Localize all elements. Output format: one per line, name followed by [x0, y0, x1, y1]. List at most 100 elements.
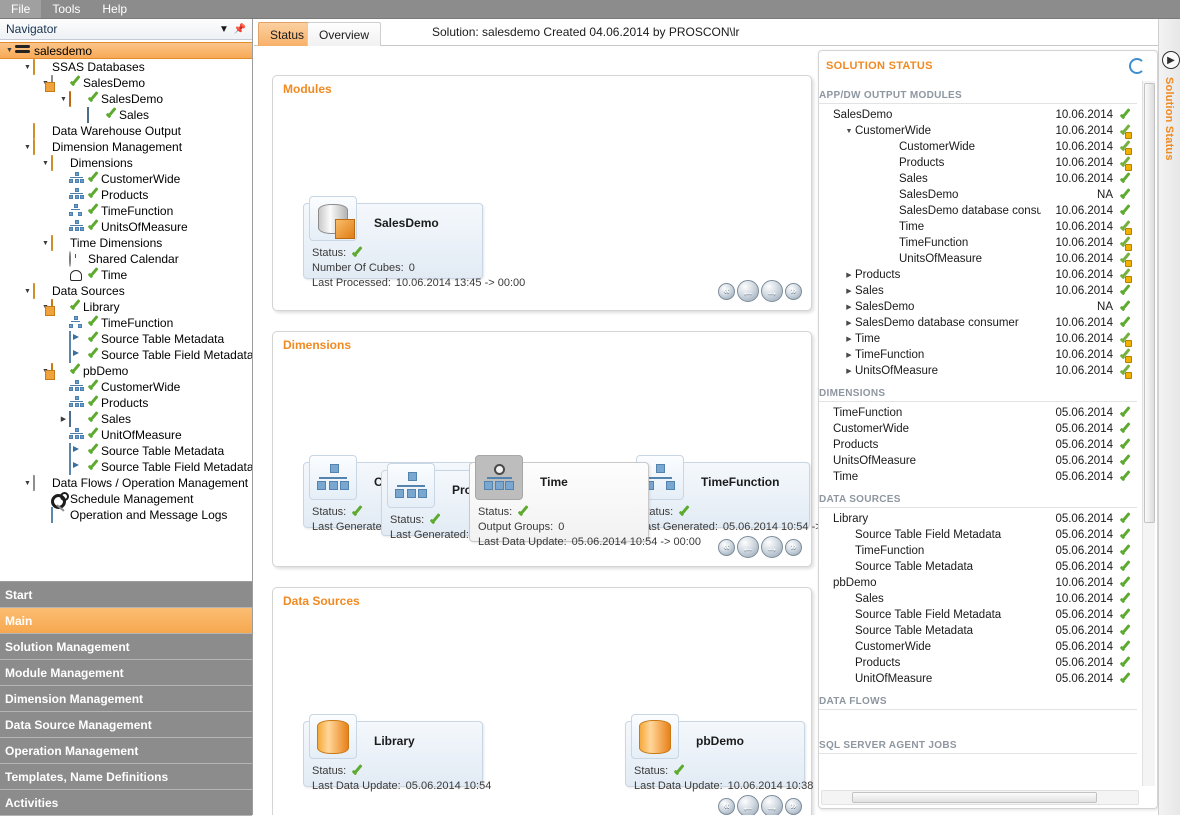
tree-node-source-table-metadata[interactable]: Source Table Metadata — [0, 330, 252, 347]
status-vertical-scrollbar[interactable] — [1142, 81, 1155, 786]
menu-item-tools[interactable]: Tools — [41, 0, 91, 18]
prev-page-button[interactable]: ← — [737, 280, 759, 302]
module-card-salesdemo[interactable]: SalesDemo Status: Number Of Cubes: 0 Las… — [303, 196, 525, 289]
status-row[interactable]: ▶ UnitsOfMeasure 10.06.2014 — [819, 363, 1137, 379]
last-page-button[interactable]: » — [785, 538, 802, 556]
chevron-right-icon[interactable]: ▶ — [843, 271, 855, 279]
status-row[interactable]: Products 05.06.2014 — [819, 655, 1137, 671]
chevron-down-icon[interactable]: ▼ — [22, 478, 33, 489]
status-row[interactable]: SalesDemo NA — [819, 187, 1137, 203]
status-row[interactable]: Time 05.06.2014 — [819, 469, 1137, 485]
status-row[interactable]: Time 10.06.2014 — [819, 219, 1137, 235]
status-row[interactable]: Source Table Field Metadata 05.06.2014 — [819, 527, 1137, 543]
tree-node-dimension-management[interactable]: ▼ Dimension Management — [0, 138, 252, 155]
prev-page-button[interactable]: ← — [737, 795, 759, 815]
first-page-button[interactable]: « — [718, 282, 735, 300]
next-page-button[interactable]: → — [761, 795, 783, 815]
chevron-right-icon[interactable]: ▶ — [843, 351, 855, 359]
status-row[interactable]: UnitsOfMeasure 05.06.2014 — [819, 453, 1137, 469]
leftnav-main[interactable]: Main — [0, 608, 252, 634]
datasource-card-pbdemo[interactable]: pbDemo Status: Last Data Update: 10.06.2… — [625, 714, 813, 792]
status-row[interactable]: ▶ TimeFunction 10.06.2014 — [819, 347, 1137, 363]
tree-node-timefunction[interactable]: TimeFunction — [0, 315, 252, 331]
chevron-down-icon[interactable]: ▼ — [216, 21, 232, 37]
status-row[interactable]: Sales 10.06.2014 — [819, 171, 1137, 187]
tree-node-salesdemo[interactable]: ▼SalesDemo — [0, 74, 252, 91]
status-row[interactable]: ▶ SalesDemo NA — [819, 299, 1137, 315]
tree-node-pbdemo[interactable]: ▼pbDemo — [0, 362, 252, 379]
tab-overview[interactable]: Overview — [307, 22, 382, 46]
refresh-icon[interactable] — [1129, 58, 1145, 74]
status-row[interactable]: CustomerWide 05.06.2014 — [819, 421, 1137, 437]
tree-node-schedule-management[interactable]: Schedule Management — [0, 491, 252, 507]
leftnav-templates-name-definitions[interactable]: Templates, Name Definitions — [0, 764, 252, 790]
status-row[interactable]: CustomerWide 05.06.2014 — [819, 639, 1137, 655]
status-row[interactable]: Products 10.06.2014 — [819, 155, 1137, 171]
leftnav-dimension-management[interactable]: Dimension Management — [0, 686, 252, 712]
status-horizontal-scrollbar[interactable] — [821, 790, 1139, 805]
chevron-down-icon[interactable]: ▼ — [843, 128, 855, 135]
chevron-down-icon[interactable]: ▼ — [58, 94, 69, 105]
tree-node-data-warehouse-output[interactable]: Data Warehouse Output — [0, 122, 252, 139]
menu-item-help[interactable]: Help — [91, 0, 138, 18]
status-row[interactable]: SalesDemo 10.06.2014 — [819, 107, 1137, 123]
tree-node-customerwide[interactable]: CustomerWide — [0, 379, 252, 395]
tree-node-source-table-field-metadata[interactable]: Source Table Field Metadata — [0, 458, 252, 475]
last-page-button[interactable]: » — [785, 797, 802, 815]
status-row[interactable]: Sales 10.06.2014 — [819, 591, 1137, 607]
next-page-button[interactable]: → — [761, 536, 783, 558]
status-row[interactable]: Source Table Metadata 05.06.2014 — [819, 559, 1137, 575]
status-row[interactable]: TimeFunction 05.06.2014 — [819, 405, 1137, 421]
tree-node-operation-and-message-logs[interactable]: Operation and Message Logs — [0, 506, 252, 523]
chevron-down-icon[interactable]: ▼ — [22, 286, 33, 297]
status-row[interactable]: CustomerWide 10.06.2014 — [819, 139, 1137, 155]
leftnav-module-management[interactable]: Module Management — [0, 660, 252, 686]
chevron-down-icon[interactable]: ▼ — [22, 142, 33, 153]
tree-node-unitsofmeasure[interactable]: UnitsOfMeasure — [0, 219, 252, 235]
scrollbar-thumb[interactable] — [852, 792, 1097, 803]
chevron-right-icon[interactable]: ▶ — [843, 335, 855, 343]
status-row[interactable]: SalesDemo database consumer 10.06.2014 — [819, 203, 1137, 219]
pin-icon[interactable]: 📌 — [232, 21, 248, 37]
navigator-tree[interactable]: ▼salesdemo▼SSAS Databases▼SalesDemo▼Sale… — [0, 41, 252, 581]
leftnav-solution-management[interactable]: Solution Management — [0, 634, 252, 660]
tree-node-salesdemo[interactable]: ▼ salesdemo — [0, 42, 252, 59]
tree-node-data-flows-operation-management[interactable]: ▼ Data Flows / Operation Management — [0, 474, 252, 491]
tree-node-products[interactable]: Products — [0, 187, 252, 203]
scrollbar-thumb[interactable] — [1144, 83, 1155, 523]
last-page-button[interactable]: » — [785, 282, 802, 300]
tree-node-sales[interactable]: Sales — [0, 106, 252, 123]
status-row[interactable]: Library 05.06.2014 — [819, 511, 1137, 527]
chevron-right-icon[interactable]: ▶ — [843, 287, 855, 295]
status-row[interactable]: UnitsOfMeasure 10.06.2014 — [819, 251, 1137, 267]
datasource-card-library[interactable]: Library Status: Last Data Update: 05.06.… — [303, 714, 491, 792]
tree-node-time[interactable]: Time — [0, 267, 252, 283]
chevron-down-icon[interactable]: ▼ — [4, 45, 15, 56]
status-row[interactable]: ▶ Products 10.06.2014 — [819, 267, 1137, 283]
status-row[interactable]: TimeFunction 10.06.2014 — [819, 235, 1137, 251]
status-row[interactable]: pbDemo 10.06.2014 — [819, 575, 1137, 591]
next-page-button[interactable]: → — [761, 280, 783, 302]
chevron-down-icon[interactable]: ▼ — [22, 62, 33, 73]
tree-node-source-table-metadata[interactable]: Source Table Metadata — [0, 442, 252, 459]
chevron-right-icon[interactable]: ▶ — [843, 319, 855, 327]
chevron-right-icon[interactable]: ▶ — [843, 303, 855, 311]
solution-status-list[interactable]: APP/DW OUTPUT MODULES SalesDemo 10.06.2014… — [819, 81, 1157, 786]
status-row[interactable]: ▼ CustomerWide 10.06.2014 — [819, 123, 1137, 139]
status-row[interactable]: Source Table Field Metadata 05.06.2014 — [819, 607, 1137, 623]
tree-node-customerwide[interactable]: CustomerWide — [0, 171, 252, 187]
leftnav-activities[interactable]: Activities — [0, 790, 252, 816]
status-row[interactable]: UnitOfMeasure 05.06.2014 — [819, 671, 1137, 687]
menu-item-file[interactable]: File — [0, 0, 42, 18]
chevron-right-icon[interactable]: ▶ — [1162, 51, 1180, 69]
leftnav-operation-management[interactable]: Operation Management — [0, 738, 252, 764]
tree-node-data-sources[interactable]: ▼ Data Sources — [0, 282, 252, 299]
leftnav-start[interactable]: Start — [0, 582, 252, 608]
dimension-card-time[interactable]: Time Status: Output Groups: 0 Last Data … — [469, 455, 701, 548]
tree-node-source-table-field-metadata[interactable]: Source Table Field Metadata — [0, 346, 252, 363]
tree-node-ssas-databases[interactable]: ▼ SSAS Databases — [0, 58, 252, 75]
chevron-right-icon[interactable]: ▶ — [843, 367, 855, 375]
tree-node-timefunction[interactable]: TimeFunction — [0, 203, 252, 219]
first-page-button[interactable]: « — [718, 797, 735, 815]
status-row[interactable]: ▶ Sales 10.06.2014 — [819, 283, 1137, 299]
